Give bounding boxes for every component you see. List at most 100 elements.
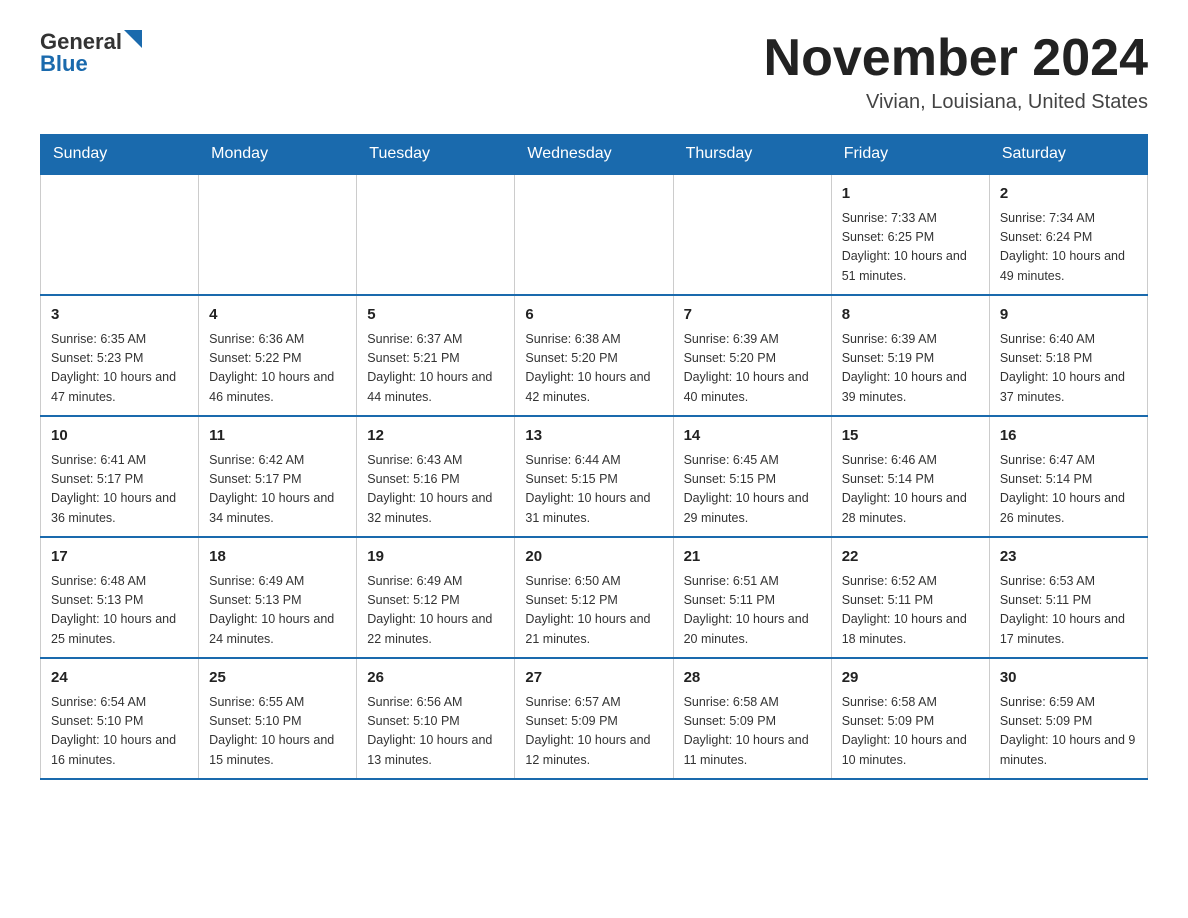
day-number: 22 <box>842 546 979 569</box>
day-number: 21 <box>684 546 821 569</box>
logo-arrow-icon <box>124 30 142 48</box>
calendar-cell: 15Sunrise: 6:46 AM Sunset: 5:14 PM Dayli… <box>831 416 989 537</box>
day-info: Sunrise: 6:53 AM Sunset: 5:11 PM Dayligh… <box>1000 572 1137 650</box>
location-text: Vivian, Louisiana, United States <box>764 91 1148 114</box>
day-info: Sunrise: 6:42 AM Sunset: 5:17 PM Dayligh… <box>209 451 346 529</box>
logo: General Blue <box>40 30 142 75</box>
calendar-cell <box>357 174 515 295</box>
day-info: Sunrise: 6:37 AM Sunset: 5:21 PM Dayligh… <box>367 330 504 408</box>
calendar-week-row: 10Sunrise: 6:41 AM Sunset: 5:17 PM Dayli… <box>41 416 1148 537</box>
calendar-table: SundayMondayTuesdayWednesdayThursdayFrid… <box>40 134 1148 780</box>
day-number: 7 <box>684 304 821 327</box>
calendar-cell: 20Sunrise: 6:50 AM Sunset: 5:12 PM Dayli… <box>515 537 673 658</box>
day-info: Sunrise: 6:45 AM Sunset: 5:15 PM Dayligh… <box>684 451 821 529</box>
day-number: 29 <box>842 667 979 690</box>
calendar-header-monday: Monday <box>199 135 357 175</box>
calendar-header-thursday: Thursday <box>673 135 831 175</box>
calendar-cell: 11 Sunrise: 6:42 AM Sunset: 5:17 PM Dayli… <box>199 416 357 537</box>
day-number: 18 <box>209 546 346 569</box>
day-number: 19 <box>367 546 504 569</box>
day-number: 24 <box>51 667 188 690</box>
day-number: 26 <box>367 667 504 690</box>
calendar-cell: 1 Sunrise: 7:33 AM Sunset: 6:25 PM Daylig… <box>831 174 989 295</box>
day-number: 28 <box>684 667 821 690</box>
calendar-cell: 28 Sunrise: 6:58 AM Sunset: 5:09 PM Dayli… <box>673 658 831 779</box>
calendar-cell: 7 Sunrise: 6:39 AM Sunset: 5:20 PM Daylig… <box>673 295 831 416</box>
day-number: 2 <box>1000 183 1137 206</box>
day-info: Sunrise: 6:38 AM Sunset: 5:20 PM Dayligh… <box>525 330 662 408</box>
calendar-cell: 13Sunrise: 6:44 AM Sunset: 5:15 PM Dayli… <box>515 416 673 537</box>
day-info: Sunrise: 6:49 AM Sunset: 5:13 PM Dayligh… <box>209 572 346 650</box>
logo-blue-text: Blue <box>40 53 88 75</box>
day-number: 25 <box>209 667 346 690</box>
calendar-header-tuesday: Tuesday <box>357 135 515 175</box>
calendar-cell: 9 Sunrise: 6:40 AM Sunset: 5:18 PM Daylig… <box>989 295 1147 416</box>
day-info: Sunrise: 6:58 AM Sunset: 5:09 PM Dayligh… <box>684 693 821 771</box>
calendar-cell: 17Sunrise: 6:48 AM Sunset: 5:13 PM Dayli… <box>41 537 199 658</box>
day-info: Sunrise: 6:49 AM Sunset: 5:12 PM Dayligh… <box>367 572 504 650</box>
title-section: November 2024 Vivian, Louisiana, United … <box>764 30 1148 114</box>
day-number: 6 <box>525 304 662 327</box>
day-info: Sunrise: 6:57 AM Sunset: 5:09 PM Dayligh… <box>525 693 662 771</box>
calendar-cell: 24 Sunrise: 6:54 AM Sunset: 5:10 PM Dayli… <box>41 658 199 779</box>
calendar-cell: 30 Sunrise: 6:59 AM Sunset: 5:09 PM Dayli… <box>989 658 1147 779</box>
day-info: Sunrise: 6:51 AM Sunset: 5:11 PM Dayligh… <box>684 572 821 650</box>
day-number: 15 <box>842 425 979 448</box>
day-info: Sunrise: 6:41 AM Sunset: 5:17 PM Dayligh… <box>51 451 188 529</box>
day-info: Sunrise: 6:40 AM Sunset: 5:18 PM Dayligh… <box>1000 330 1137 408</box>
calendar-week-row: 24 Sunrise: 6:54 AM Sunset: 5:10 PM Dayli… <box>41 658 1148 779</box>
calendar-cell <box>199 174 357 295</box>
calendar-cell: 12 Sunrise: 6:43 AM Sunset: 5:16 PM Dayli… <box>357 416 515 537</box>
calendar-week-row: 1 Sunrise: 7:33 AM Sunset: 6:25 PM Daylig… <box>41 174 1148 295</box>
calendar-cell: 29 Sunrise: 6:58 AM Sunset: 5:09 PM Dayli… <box>831 658 989 779</box>
calendar-cell <box>515 174 673 295</box>
day-number: 16 <box>1000 425 1137 448</box>
calendar-cell: 22 Sunrise: 6:52 AM Sunset: 5:11 PM Dayli… <box>831 537 989 658</box>
day-info: Sunrise: 6:48 AM Sunset: 5:13 PM Dayligh… <box>51 572 188 650</box>
day-number: 11 <box>209 425 346 448</box>
day-info: Sunrise: 7:34 AM Sunset: 6:24 PM Dayligh… <box>1000 209 1137 287</box>
calendar-cell: 23 Sunrise: 6:53 AM Sunset: 5:11 PM Dayli… <box>989 537 1147 658</box>
calendar-cell: 25 Sunrise: 6:55 AM Sunset: 5:10 PM Dayli… <box>199 658 357 779</box>
calendar-cell: 18 Sunrise: 6:49 AM Sunset: 5:13 PM Dayli… <box>199 537 357 658</box>
calendar-cell: 6 Sunrise: 6:38 AM Sunset: 5:20 PM Daylig… <box>515 295 673 416</box>
day-number: 9 <box>1000 304 1137 327</box>
day-number: 20 <box>525 546 662 569</box>
day-info: Sunrise: 6:52 AM Sunset: 5:11 PM Dayligh… <box>842 572 979 650</box>
day-info: Sunrise: 6:35 AM Sunset: 5:23 PM Dayligh… <box>51 330 188 408</box>
day-number: 27 <box>525 667 662 690</box>
day-number: 12 <box>367 425 504 448</box>
day-info: Sunrise: 6:59 AM Sunset: 5:09 PM Dayligh… <box>1000 693 1137 771</box>
calendar-cell: 16 Sunrise: 6:47 AM Sunset: 5:14 PM Dayli… <box>989 416 1147 537</box>
day-info: Sunrise: 6:43 AM Sunset: 5:16 PM Dayligh… <box>367 451 504 529</box>
calendar-week-row: 3Sunrise: 6:35 AM Sunset: 5:23 PM Daylig… <box>41 295 1148 416</box>
day-number: 14 <box>684 425 821 448</box>
calendar-cell: 14 Sunrise: 6:45 AM Sunset: 5:15 PM Dayli… <box>673 416 831 537</box>
calendar-cell: 2 Sunrise: 7:34 AM Sunset: 6:24 PM Daylig… <box>989 174 1147 295</box>
day-info: Sunrise: 7:33 AM Sunset: 6:25 PM Dayligh… <box>842 209 979 287</box>
day-number: 30 <box>1000 667 1137 690</box>
logo-general-text: General <box>40 31 122 53</box>
day-info: Sunrise: 6:39 AM Sunset: 5:19 PM Dayligh… <box>842 330 979 408</box>
calendar-cell: 27 Sunrise: 6:57 AM Sunset: 5:09 PM Dayli… <box>515 658 673 779</box>
calendar-cell: 5Sunrise: 6:37 AM Sunset: 5:21 PM Daylig… <box>357 295 515 416</box>
day-info: Sunrise: 6:54 AM Sunset: 5:10 PM Dayligh… <box>51 693 188 771</box>
calendar-cell: 26 Sunrise: 6:56 AM Sunset: 5:10 PM Dayli… <box>357 658 515 779</box>
day-info: Sunrise: 6:47 AM Sunset: 5:14 PM Dayligh… <box>1000 451 1137 529</box>
calendar-cell: 21 Sunrise: 6:51 AM Sunset: 5:11 PM Dayli… <box>673 537 831 658</box>
day-number: 23 <box>1000 546 1137 569</box>
calendar-cell: 4Sunrise: 6:36 AM Sunset: 5:22 PM Daylig… <box>199 295 357 416</box>
page-header: General Blue November 2024 Vivian, Louis… <box>40 30 1148 114</box>
day-info: Sunrise: 6:58 AM Sunset: 5:09 PM Dayligh… <box>842 693 979 771</box>
day-info: Sunrise: 6:39 AM Sunset: 5:20 PM Dayligh… <box>684 330 821 408</box>
day-number: 4 <box>209 304 346 327</box>
calendar-header-saturday: Saturday <box>989 135 1147 175</box>
day-info: Sunrise: 6:55 AM Sunset: 5:10 PM Dayligh… <box>209 693 346 771</box>
day-number: 8 <box>842 304 979 327</box>
day-number: 1 <box>842 183 979 206</box>
calendar-header-friday: Friday <box>831 135 989 175</box>
calendar-cell: 10Sunrise: 6:41 AM Sunset: 5:17 PM Dayli… <box>41 416 199 537</box>
calendar-cell: 8 Sunrise: 6:39 AM Sunset: 5:19 PM Daylig… <box>831 295 989 416</box>
day-info: Sunrise: 6:56 AM Sunset: 5:10 PM Dayligh… <box>367 693 504 771</box>
calendar-week-row: 17Sunrise: 6:48 AM Sunset: 5:13 PM Dayli… <box>41 537 1148 658</box>
